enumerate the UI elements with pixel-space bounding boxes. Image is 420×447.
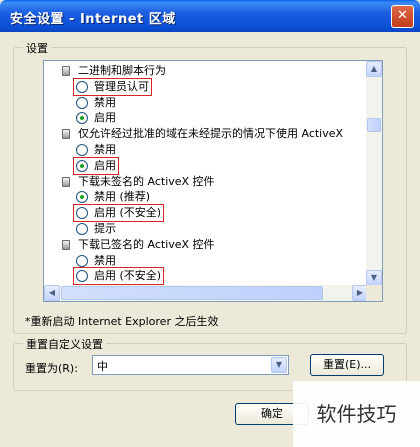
settings-category-label: 仅允许经过批准的域在未经提示的情况下使用 ActiveX [78, 127, 344, 141]
settings-option-label: 禁用 [94, 95, 116, 109]
security-settings-dialog: 安全设置 - Internet 区域 ✕ 设置 二进制和脚本行为 管理员认可 禁用启… [0, 0, 420, 447]
highlight-box [73, 77, 152, 96]
settings-option-label: 禁用 [94, 143, 116, 156]
setting-category-icon [62, 239, 70, 250]
radio-dot [80, 195, 84, 200]
settings-option-label: 禁用 [94, 253, 116, 267]
reset-level-value: 中 [97, 360, 108, 373]
radio-dot [80, 116, 84, 121]
radio-unchecked-icon[interactable] [76, 144, 88, 156]
window-title: 安全设置 - Internet 区域 [10, 12, 176, 27]
radio-unchecked-icon[interactable] [76, 96, 88, 109]
scroll-left-arrow-icon[interactable]: ◀ [44, 285, 60, 301]
scrollbar-corner [366, 285, 382, 301]
scroll-down-arrow-icon[interactable]: ▼ [366, 270, 382, 286]
settings-option-label: 提示 [94, 222, 116, 235]
setting-category-icon [62, 66, 70, 76]
radio-checked-icon[interactable] [76, 112, 88, 125]
setting-category-icon [62, 176, 70, 187]
highlight-box [73, 204, 164, 223]
settings-group-label: 设置 [23, 40, 51, 56]
highlight-box [73, 267, 164, 286]
watermark: 软件技巧 [293, 381, 420, 447]
reset-group-label: 重置自定义设置 [23, 336, 106, 352]
radio-unchecked-icon[interactable] [76, 254, 88, 267]
horizontal-scrollbar[interactable]: ◀ ▶ [44, 285, 368, 301]
settings-listbox[interactable]: 二进制和脚本行为 管理员认可 禁用 启用 仅允许经过批准的域在未经提示的情况下使用 Ac… [43, 60, 383, 302]
settings-category-label: 二进制和脚本行为 [78, 64, 166, 77]
radio-unchecked-icon[interactable] [76, 223, 88, 235]
reset-button[interactable]: 重置(E)... [310, 354, 384, 376]
settings-option-label: 启用 [94, 111, 116, 125]
radio-checked-icon[interactable] [76, 191, 88, 204]
vertical-scroll-thumb[interactable] [367, 118, 381, 132]
settings-category-label: 下载未签名的 ActiveX 控件 [78, 174, 215, 188]
scroll-up-arrow-icon[interactable]: ▲ [366, 61, 382, 77]
close-button[interactable]: ✕ [391, 5, 414, 28]
settings-list: 二进制和脚本行为 管理员认可 禁用 启用 仅允许经过批准的域在未经提示的情况下使用 Ac… [44, 61, 368, 286]
setting-category-icon [62, 129, 70, 140]
highlight-box [73, 156, 119, 175]
reset-to-label: 重置为(R): [25, 362, 78, 375]
title-bar[interactable]: 安全设置 - Internet 区域 ✕ [0, 0, 420, 32]
vertical-scrollbar[interactable]: ▲ ▼ [366, 61, 382, 286]
reset-level-select[interactable]: 中 ▼ [92, 355, 289, 375]
dropdown-arrow-icon[interactable]: ▼ [271, 357, 287, 373]
settings-option-label: 禁用 (推荐) [94, 190, 151, 204]
restart-note: *重新启动 Internet Explorer 之后生效 [25, 315, 219, 328]
settings-category-label: 下载已签名的 ActiveX 控件 [78, 237, 215, 251]
horizontal-scroll-thumb[interactable] [61, 286, 323, 300]
